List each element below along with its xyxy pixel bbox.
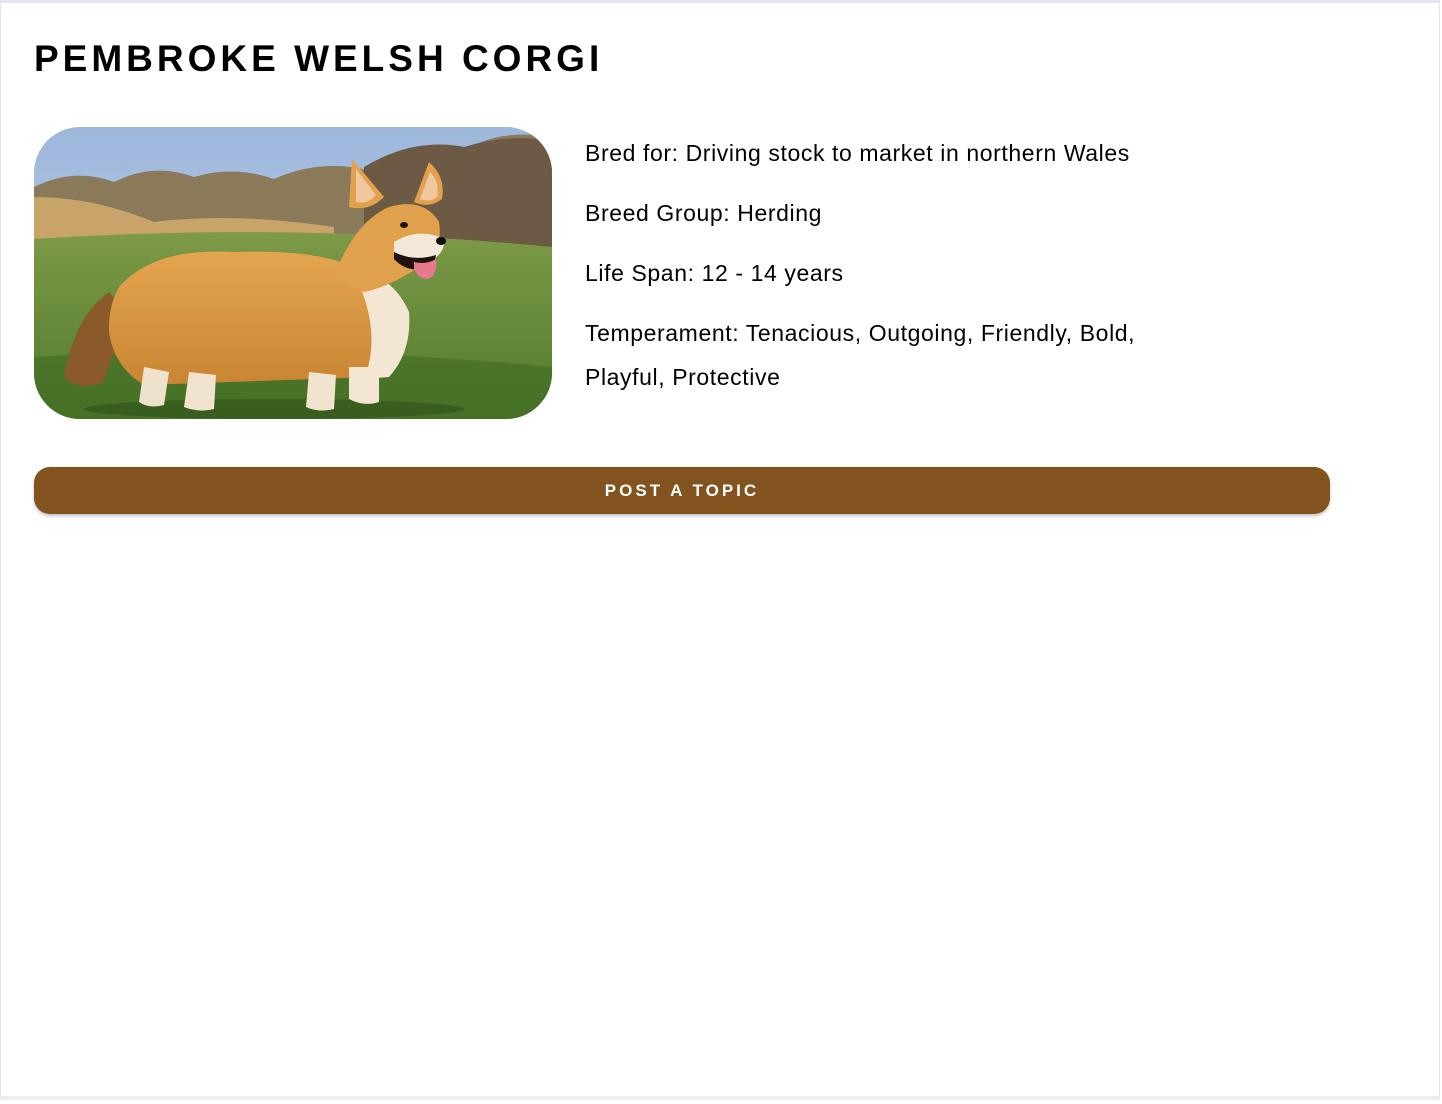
- page-frame: PEMBROKE WELSH CORGI Bred for: Driving s…: [0, 0, 1440, 1100]
- breed-title: PEMBROKE WELSH CORGI: [34, 38, 604, 79]
- temperament-text: Temperament: Tenacious, Outgoing, Friend…: [585, 311, 1185, 399]
- temperament-line-1: Temperament: Tenacious, Outgoing, Friend…: [585, 320, 1136, 346]
- post-topic-button[interactable]: POST A TOPIC: [34, 467, 1330, 514]
- bred-for-text: Bred for: Driving stock to market in nor…: [585, 140, 1130, 166]
- temperament-line-2: Playful, Protective: [585, 364, 781, 390]
- breed-photo: [34, 127, 552, 419]
- life-span-text: Life Span: 12 - 14 years: [585, 260, 844, 286]
- corgi-image: [34, 127, 552, 419]
- breed-details: Bred for: Driving stock to market in nor…: [585, 131, 1185, 415]
- breed-group-text: Breed Group: Herding: [585, 200, 823, 226]
